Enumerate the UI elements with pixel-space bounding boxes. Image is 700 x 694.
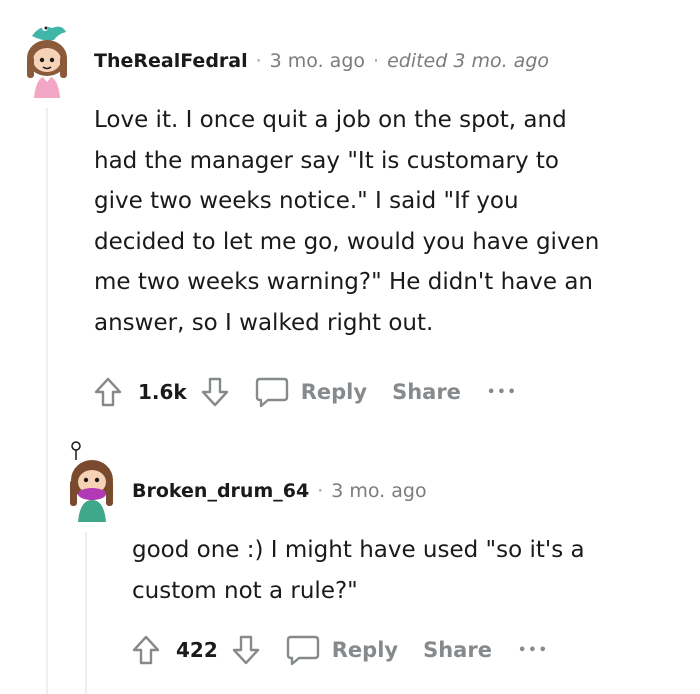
user-avatar[interactable] [62, 440, 120, 522]
username[interactable]: Broken_drum_64 [132, 480, 309, 502]
user-avatar[interactable] [18, 18, 76, 98]
upvote-arrow-icon[interactable] [128, 632, 164, 668]
comment-line: good one :) I might have used "so it's a [132, 537, 585, 563]
meta-separator: · [317, 480, 324, 502]
comment-line: had the manager say "It is customary to [94, 147, 559, 174]
reply-label: Reply [300, 380, 368, 404]
thread-line-2[interactable] [85, 532, 87, 694]
comment-meta: Broken_drum_64 · 3 mo. ago [132, 480, 427, 502]
share-label: Share [423, 638, 492, 662]
reply-button[interactable]: Reply [284, 633, 398, 667]
thread-line-1[interactable] [46, 108, 48, 694]
comment-meta: TheRealFedral · 3 mo. ago · edited 3 mo.… [94, 50, 549, 72]
comment-actions: 1.6k Reply Share ••• [90, 374, 518, 410]
comment-body: Love it. I once quit a job on the spot, … [94, 100, 694, 343]
comment-bubble-icon [284, 633, 322, 667]
vote-count: 1.6k [138, 380, 187, 404]
comment-actions: 422 Reply Share ••• [128, 632, 549, 668]
reply-label: Reply [331, 638, 399, 662]
comment-bubble-icon [253, 375, 291, 409]
downvote-arrow-icon[interactable] [197, 374, 233, 410]
comment-line: me two weeks warning?" He didn't have an [94, 269, 593, 295]
downvote-arrow-icon[interactable] [228, 632, 264, 668]
share-button[interactable]: Share [423, 638, 492, 662]
comment-body: good one :) I might have used "so it's a… [132, 530, 692, 611]
more-dots-icon[interactable]: ••• [518, 643, 549, 658]
comment-line: decided to let me go, would you have giv… [94, 228, 600, 255]
edited-label: edited 3 mo. ago [387, 50, 549, 72]
avatar-illustration [27, 25, 67, 98]
meta-separator: · [255, 50, 262, 72]
comment-line: answer, so I walked right out. [94, 309, 434, 336]
reply-button[interactable]: Reply [253, 375, 367, 409]
timestamp[interactable]: 3 mo. ago [270, 50, 365, 72]
comment-line: Love it. I once quit a job on the spot, … [94, 107, 567, 133]
comment-line: custom not a rule?" [132, 577, 358, 604]
share-button[interactable]: Share [392, 380, 461, 404]
upvote-arrow-icon[interactable] [90, 374, 126, 410]
username[interactable]: TheRealFedral [94, 50, 248, 72]
more-dots-icon[interactable]: ••• [487, 385, 518, 400]
comment-line: give two weeks notice." I said "If you [94, 188, 519, 214]
meta-separator: · [373, 50, 380, 72]
avatar-illustration [70, 441, 113, 522]
vote-count: 422 [176, 638, 218, 662]
share-label: Share [392, 380, 461, 404]
timestamp[interactable]: 3 mo. ago [331, 480, 426, 502]
